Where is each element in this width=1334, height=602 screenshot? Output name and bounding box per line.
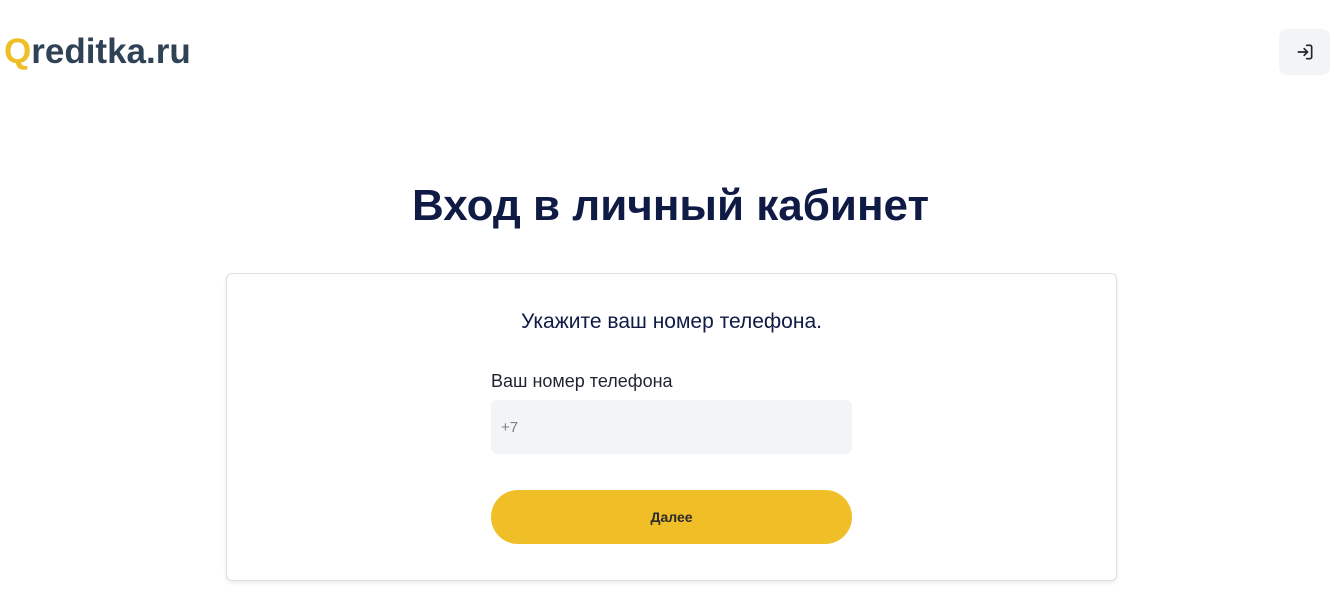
- login-page: Qreditka.ru Вход в личный кабинет Укажит…: [0, 0, 1334, 602]
- phone-input[interactable]: [491, 400, 852, 454]
- page-title: Вход в личный кабинет: [412, 181, 929, 230]
- next-button[interactable]: Далее: [491, 490, 852, 544]
- login-card: Укажите ваш номер телефона. Ваш номер те…: [226, 273, 1117, 581]
- site-logo[interactable]: Qreditka.ru: [4, 32, 191, 72]
- phone-field-label: Ваш номер телефона: [491, 371, 673, 391]
- logo-letter-q: Q: [4, 32, 32, 71]
- header-login-button[interactable]: [1279, 29, 1330, 75]
- login-arrow-icon: [1295, 42, 1315, 62]
- logo-text: reditka.ru: [31, 32, 191, 71]
- card-subtitle: Укажите ваш номер телефона.: [521, 310, 822, 333]
